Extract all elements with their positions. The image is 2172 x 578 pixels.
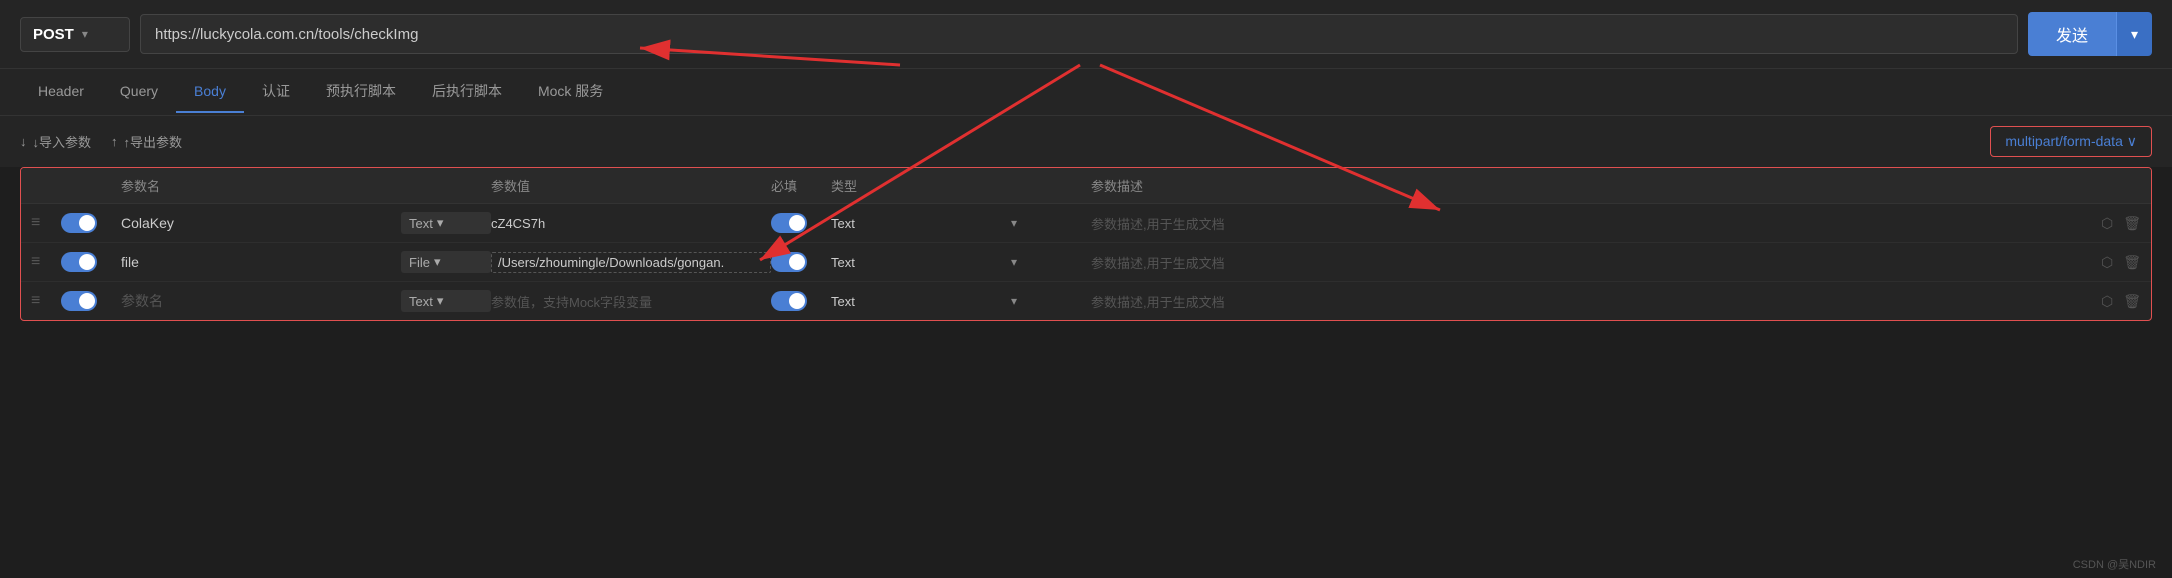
send-button[interactable]: 发送 (2028, 12, 2116, 56)
row1-actions: ⬡ 🗑 (2081, 215, 2141, 232)
drag-handle[interactable]: ≡ (31, 214, 61, 232)
drag-handle[interactable]: ≡ (31, 292, 61, 310)
tab-body[interactable]: Body (176, 71, 244, 113)
row2-param-name[interactable]: file (121, 254, 401, 270)
row3-required-toggle[interactable] (771, 291, 807, 311)
import-icon: ↓ (20, 134, 27, 149)
import-params-button[interactable]: ↓ ↓导入参数 (20, 132, 91, 151)
col-type2-chevron (1011, 176, 1091, 195)
row1-copy-icon[interactable]: ⬡ (2101, 215, 2113, 232)
row2-type-selector[interactable]: File ▾ (401, 251, 491, 273)
row2-type-label: File (409, 255, 430, 270)
row2-actions: ⬡ 🗑 (2081, 254, 2141, 271)
tab-query[interactable]: Query (102, 71, 176, 113)
col-actions-header (2081, 176, 2141, 195)
row1-toggle[interactable] (61, 213, 97, 233)
row2-type2-value: Text (831, 255, 1011, 270)
import-label: ↓导入参数 (33, 132, 92, 151)
col-param-value-header: 参数值 (491, 176, 771, 195)
table-header: 参数名 参数值 必填 类型 参数描述 (21, 168, 2151, 204)
send-dropdown-button[interactable]: ▾ (2116, 12, 2152, 56)
top-bar: POST ▾ 发送 ▾ (0, 0, 2172, 69)
method-selector[interactable]: POST ▾ (20, 17, 130, 52)
tab-header[interactable]: Header (20, 71, 102, 113)
row1-param-value[interactable]: cZ4CS7h (491, 216, 771, 231)
col-toggle (61, 176, 121, 195)
drag-handle[interactable]: ≡ (31, 253, 61, 271)
row2-type-chevron-icon: ▾ (434, 254, 441, 270)
content-type-label: multipart/form-data ∨ (2005, 133, 2137, 150)
row2-delete-icon[interactable]: 🗑 (2123, 254, 2141, 271)
row3-param-desc[interactable]: 参数描述,用于生成文档 (1091, 292, 2081, 311)
col-type-header (401, 176, 491, 195)
row1-required-toggle[interactable] (771, 213, 807, 233)
row3-type2-chevron-icon[interactable]: ▾ (1011, 294, 1091, 308)
params-table: 参数名 参数值 必填 类型 参数描述 ≡ ColaKey Text ▾ cZ4C… (20, 167, 2152, 321)
content-type-selector[interactable]: multipart/form-data ∨ (1990, 126, 2152, 157)
watermark: CSDN @吴NDIR (2073, 556, 2156, 572)
col-type2-header: 类型 (831, 176, 1011, 195)
export-icon: ↑ (111, 134, 118, 149)
table-row: ≡ file File ▾ /Users/zhoumingle/Download… (21, 243, 2151, 282)
toggle-slider (61, 252, 97, 272)
url-input[interactable] (140, 14, 2018, 54)
tab-mock[interactable]: Mock 服务 (520, 69, 621, 115)
row3-type2-value: Text (831, 294, 1011, 309)
tab-auth[interactable]: 认证 (244, 69, 308, 115)
table-row: ≡ ColaKey Text ▾ cZ4CS7h Text ▾ 参数描述,用于生… (21, 204, 2151, 243)
row2-required-toggle[interactable] (771, 252, 807, 272)
row3-toggle[interactable] (61, 291, 97, 311)
export-params-button[interactable]: ↑ ↑导出参数 (111, 132, 182, 151)
toggle-slider (61, 291, 97, 311)
row1-delete-icon[interactable]: 🗑 (2123, 215, 2141, 232)
col-param-name-header: 参数名 (121, 176, 401, 195)
row1-type2-value: Text (831, 216, 1011, 231)
row3-delete-icon[interactable]: 🗑 (2123, 293, 2141, 310)
toggle-slider (61, 213, 97, 233)
tab-pre-script[interactable]: 预执行脚本 (308, 69, 414, 115)
row3-type-chevron-icon: ▾ (437, 293, 444, 309)
tab-post-script[interactable]: 后执行脚本 (414, 69, 520, 115)
toggle-slider (771, 252, 807, 272)
row3-type-selector[interactable]: Text ▾ (401, 290, 491, 312)
row2-type2-chevron-icon[interactable]: ▾ (1011, 255, 1091, 269)
col-required-header: 必填 (771, 176, 831, 195)
actions-bar: ↓ ↓导入参数 ↑ ↑导出参数 multipart/form-data ∨ (0, 116, 2172, 167)
tabs-bar: Header Query Body 认证 预执行脚本 后执行脚本 Mock 服务 (0, 69, 2172, 116)
row3-copy-icon[interactable]: ⬡ (2101, 293, 2113, 310)
row3-type-label: Text (409, 294, 433, 309)
toggle-slider (771, 213, 807, 233)
row1-type-chevron-icon: ▾ (437, 215, 444, 231)
row3-param-value[interactable]: 参数值，支持Mock字段变量 (491, 292, 771, 311)
col-param-desc-header: 参数描述 (1091, 176, 2081, 195)
row1-type-selector[interactable]: Text ▾ (401, 212, 491, 234)
method-chevron-icon: ▾ (82, 27, 88, 41)
row1-param-desc[interactable]: 参数描述,用于生成文档 (1091, 214, 2081, 233)
row3-param-name[interactable]: 参数名 (121, 291, 401, 311)
row1-param-name[interactable]: ColaKey (121, 215, 401, 231)
row2-param-value[interactable]: /Users/zhoumingle/Downloads/gongan. (491, 252, 771, 273)
toggle-slider (771, 291, 807, 311)
row2-toggle[interactable] (61, 252, 97, 272)
export-label: ↑导出参数 (124, 132, 183, 151)
row1-type-label: Text (409, 216, 433, 231)
table-row: ≡ 参数名 Text ▾ 参数值，支持Mock字段变量 Text ▾ 参数描述,… (21, 282, 2151, 320)
actions-left: ↓ ↓导入参数 ↑ ↑导出参数 (20, 132, 182, 151)
col-drag (31, 176, 61, 195)
row2-copy-icon[interactable]: ⬡ (2101, 254, 2113, 271)
row1-type2-chevron-icon[interactable]: ▾ (1011, 216, 1091, 230)
send-btn-group: 发送 ▾ (2028, 12, 2152, 56)
method-label: POST (33, 26, 74, 43)
row3-actions: ⬡ 🗑 (2081, 293, 2141, 310)
row2-param-desc[interactable]: 参数描述,用于生成文档 (1091, 253, 2081, 272)
